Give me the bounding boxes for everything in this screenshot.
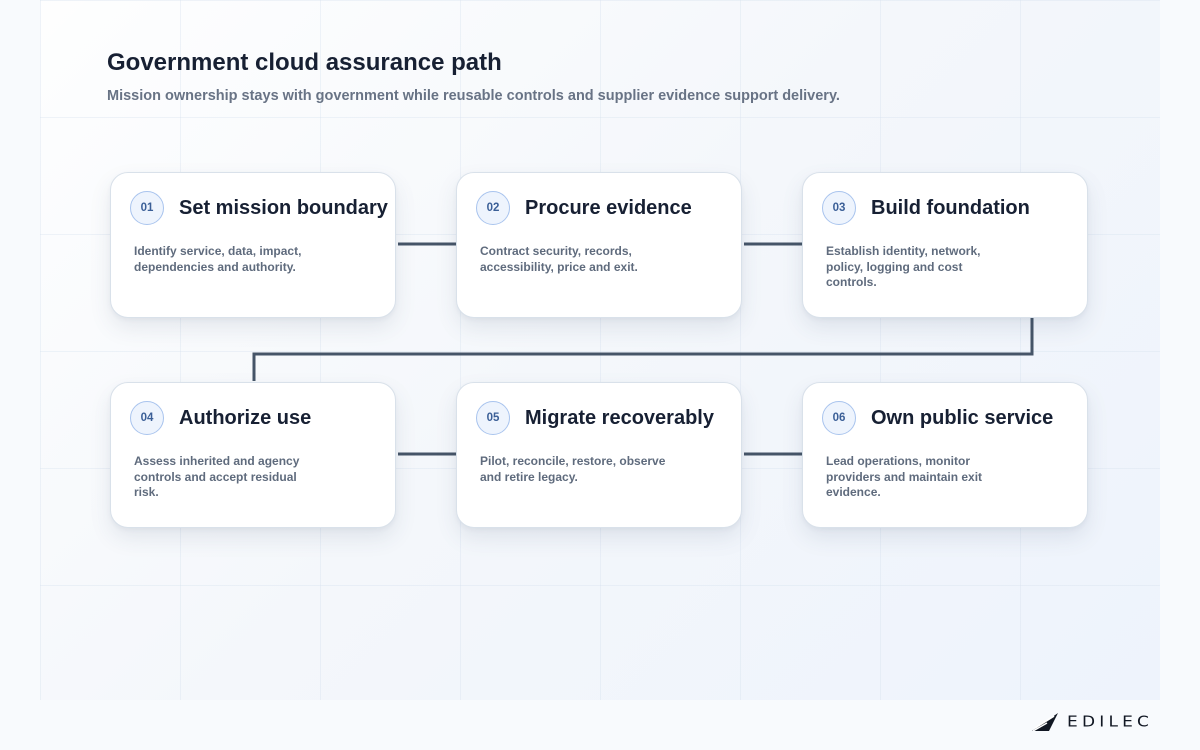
step-title: Set mission boundary bbox=[179, 197, 388, 219]
step-card-03: 03 Build foundation Establish identity, … bbox=[802, 172, 1088, 318]
step-number-badge: 04 bbox=[130, 401, 164, 435]
diagram-subtitle: Mission ownership stays with government … bbox=[107, 88, 840, 104]
diagram-header: Government cloud assurance path Mission … bbox=[107, 48, 1057, 105]
step-card-02: 02 Procure evidence Contract security, r… bbox=[456, 172, 742, 318]
step-title: Own public service bbox=[871, 407, 1054, 429]
step-number-badge: 05 bbox=[476, 401, 510, 435]
step-description: Establish identity, network, policy, log… bbox=[826, 244, 981, 289]
step-card-05: 05 Migrate recoverably Pilot, reconcile,… bbox=[456, 382, 742, 528]
step-number-badge: 01 bbox=[130, 191, 164, 225]
step-description: Assess inherited and agency controls and… bbox=[134, 454, 300, 499]
step-title: Migrate recoverably bbox=[525, 407, 714, 429]
step-number-badge: 02 bbox=[476, 191, 510, 225]
edilec-mark-icon bbox=[1032, 713, 1058, 732]
diagram-title: Government cloud assurance path bbox=[107, 49, 502, 76]
step-card-04: 04 Authorize use Assess inherited and ag… bbox=[110, 382, 396, 528]
step-description: Identify service, data, impact, dependen… bbox=[134, 244, 302, 274]
step-number-badge: 03 bbox=[822, 191, 856, 225]
brand-name: EDILEC bbox=[1067, 713, 1154, 731]
step-card-01: 01 Set mission boundary Identify service… bbox=[110, 172, 396, 318]
step-title: Authorize use bbox=[179, 407, 312, 429]
step-card-06: 06 Own public service Lead operations, m… bbox=[802, 382, 1088, 528]
step-description: Lead operations, monitor providers and m… bbox=[826, 454, 983, 499]
step-title: Build foundation bbox=[871, 197, 1030, 219]
brand-logo: EDILEC bbox=[1030, 708, 1158, 736]
step-description: Contract security, records, accessibilit… bbox=[480, 244, 638, 274]
step-title: Procure evidence bbox=[525, 197, 692, 219]
step-number-badge: 06 bbox=[822, 401, 856, 435]
step-description: Pilot, reconcile, restore, observe and r… bbox=[480, 454, 666, 484]
diagram-background bbox=[40, 0, 1160, 700]
